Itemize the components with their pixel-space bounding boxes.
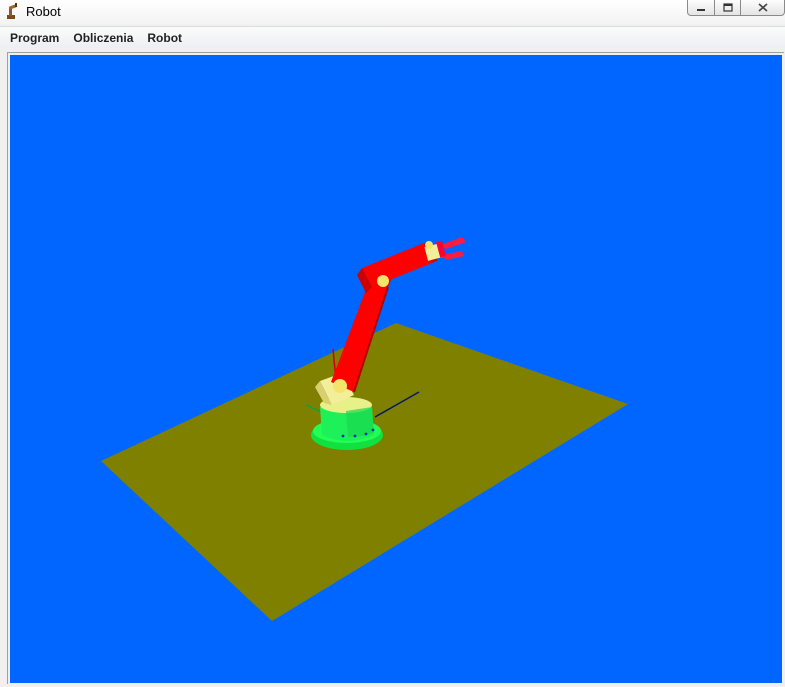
base-column-shade <box>346 407 374 437</box>
floor-plane <box>101 323 628 621</box>
forearm <box>362 243 432 287</box>
robot-arm-icon <box>7 3 18 19</box>
maximize-button[interactable] <box>715 0 741 16</box>
menu-obliczenia[interactable]: Obliczenia <box>67 31 139 45</box>
menu-robot[interactable]: Robot <box>141 31 188 45</box>
window-title: Robot <box>26 4 61 19</box>
minimize-icon <box>697 8 705 11</box>
caption-buttons <box>687 0 785 18</box>
menu-program[interactable]: Program <box>4 31 65 45</box>
close-button[interactable] <box>741 0 785 16</box>
minimize-button[interactable] <box>687 0 715 16</box>
robot-scene <box>101 237 628 621</box>
shoulder-joint <box>333 379 347 393</box>
menu-bar: Program Obliczenia Robot <box>0 26 785 48</box>
3d-viewport[interactable] <box>10 55 782 683</box>
elbow-joint <box>377 275 389 287</box>
maximize-icon <box>722 3 733 12</box>
robot-window: Robot Program Obliczenia Robot <box>0 0 785 687</box>
title-bar[interactable]: Robot <box>0 0 785 24</box>
close-icon <box>757 3 768 12</box>
wrist-joint <box>425 241 433 249</box>
